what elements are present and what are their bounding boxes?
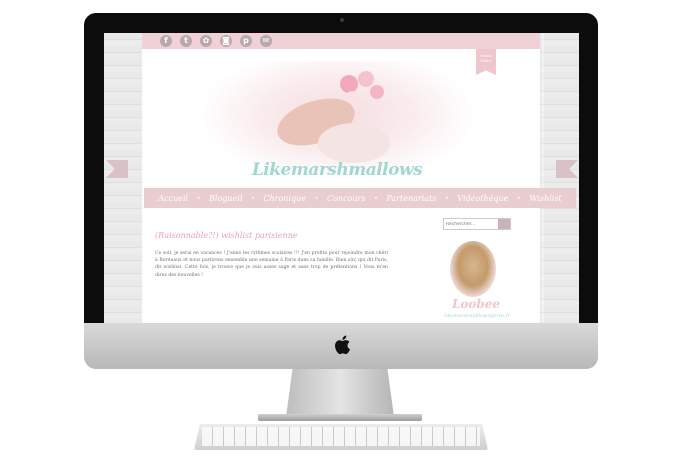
bookmark-ribbon[interactable]: Name letter xyxy=(476,49,496,75)
mail-icon[interactable]: ✉ xyxy=(260,35,272,47)
pinterest-icon[interactable]: p xyxy=(240,35,252,47)
keyboard-keys xyxy=(202,427,480,446)
nav-item-videotheque[interactable]: Vidéothèque xyxy=(457,194,508,203)
rose-shape xyxy=(346,91,358,103)
search-input[interactable] xyxy=(446,220,498,229)
keyboard xyxy=(194,424,488,450)
post-title[interactable]: (Raisonnable?!) wishlist parisienne xyxy=(155,231,298,240)
blog-page: f t ✿ ◙ p ✉ Name letter Likemarshmallows… xyxy=(142,33,576,323)
author-email[interactable]: likemarshmallows@live.fr xyxy=(432,313,522,319)
sidebar-search xyxy=(443,218,511,230)
nav-separator: • xyxy=(196,194,201,202)
nav-item-blogueil[interactable]: Blogueil xyxy=(209,194,242,203)
author-name: Loobee xyxy=(451,297,501,311)
nav-separator: • xyxy=(517,194,521,202)
social-bar: f t ✿ ◙ p ✉ xyxy=(142,33,540,49)
nav-separator: • xyxy=(374,194,378,202)
imac-mockup: f t ✿ ◙ p ✉ Name letter Likemarshmallows… xyxy=(0,0,680,466)
ribbon-label: Name letter xyxy=(479,53,493,63)
blog-logo[interactable]: Likemarshmallows xyxy=(202,160,472,180)
monitor-stand xyxy=(286,369,394,417)
nav-item-concours[interactable]: Concours xyxy=(327,194,365,203)
instagram-icon[interactable]: ◙ xyxy=(220,35,232,47)
monitor-stand-base xyxy=(258,414,422,421)
flower-icon[interactable]: ✿ xyxy=(200,35,212,47)
nav-separator: • xyxy=(251,194,255,202)
search-button[interactable] xyxy=(498,219,510,229)
tumblr-icon[interactable]: t xyxy=(180,35,192,47)
post-excerpt: Ce soir, je serai en vacances ! J'aime l… xyxy=(155,250,388,279)
main-nav: Accueil • Blogueil • Chronique • Concour… xyxy=(144,188,576,208)
nav-separator: • xyxy=(445,194,449,202)
nav-item-chronique[interactable]: Chronique xyxy=(263,194,306,203)
camera-dot xyxy=(340,18,344,22)
rose-shape xyxy=(340,75,358,93)
monitor-screen: f t ✿ ◙ p ✉ Name letter Likemarshmallows… xyxy=(104,33,579,323)
nav-separator: • xyxy=(314,194,319,202)
rose-shape xyxy=(358,71,374,87)
author-avatar xyxy=(450,241,496,297)
apple-logo-icon xyxy=(335,335,350,355)
nav-item-partenariats[interactable]: Partenariats xyxy=(386,194,436,203)
facebook-icon[interactable]: f xyxy=(160,35,172,47)
lace-shoe-shape xyxy=(318,123,390,163)
rose-shape xyxy=(370,85,384,99)
nav-item-accueil[interactable]: Accueil xyxy=(158,194,188,203)
nav-item-wishlist[interactable]: Wishlist xyxy=(529,194,561,203)
